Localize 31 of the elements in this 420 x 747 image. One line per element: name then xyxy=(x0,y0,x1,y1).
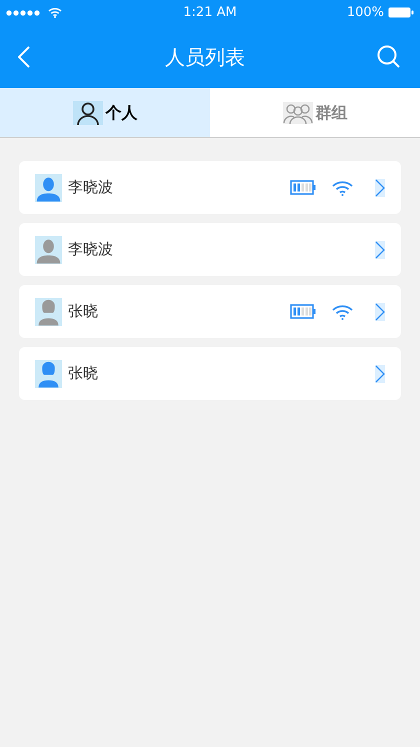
chevron-right-icon xyxy=(375,178,385,196)
battery-icon xyxy=(290,180,316,195)
status-time: 1:21 AM xyxy=(183,4,237,22)
person-icon xyxy=(72,100,102,124)
chevron-right-icon xyxy=(375,302,385,320)
chevron-right-icon xyxy=(375,240,385,258)
search-button[interactable] xyxy=(376,44,402,70)
chevron-right-icon xyxy=(375,364,385,382)
wifi-icon xyxy=(48,7,62,18)
group-icon xyxy=(282,102,312,124)
tab[interactable]: 群组 xyxy=(210,88,420,137)
person-name: 李晓波 xyxy=(68,177,113,198)
person-row[interactable]: 张晓 xyxy=(19,347,401,400)
person-name: 李晓波 xyxy=(68,239,113,260)
avatar-icon xyxy=(35,298,62,326)
wifi-icon xyxy=(332,180,353,196)
person-row[interactable]: 李晓波 xyxy=(19,161,401,214)
avatar-icon xyxy=(35,236,62,264)
tab[interactable]: 个人 xyxy=(0,88,210,137)
page-title: 人员列表 xyxy=(165,44,245,70)
signal-icon xyxy=(6,10,42,16)
wifi-icon xyxy=(332,304,353,320)
battery-percentage: 100% xyxy=(346,4,384,22)
battery-icon xyxy=(290,304,316,319)
battery-icon xyxy=(388,7,414,18)
person-row[interactable]: 张晓 xyxy=(19,285,401,338)
person-name: 张晓 xyxy=(68,301,98,322)
avatar-icon xyxy=(35,360,62,388)
person-row[interactable]: 李晓波 xyxy=(19,223,401,276)
avatar-icon xyxy=(35,174,62,202)
person-name: 张晓 xyxy=(68,363,98,384)
